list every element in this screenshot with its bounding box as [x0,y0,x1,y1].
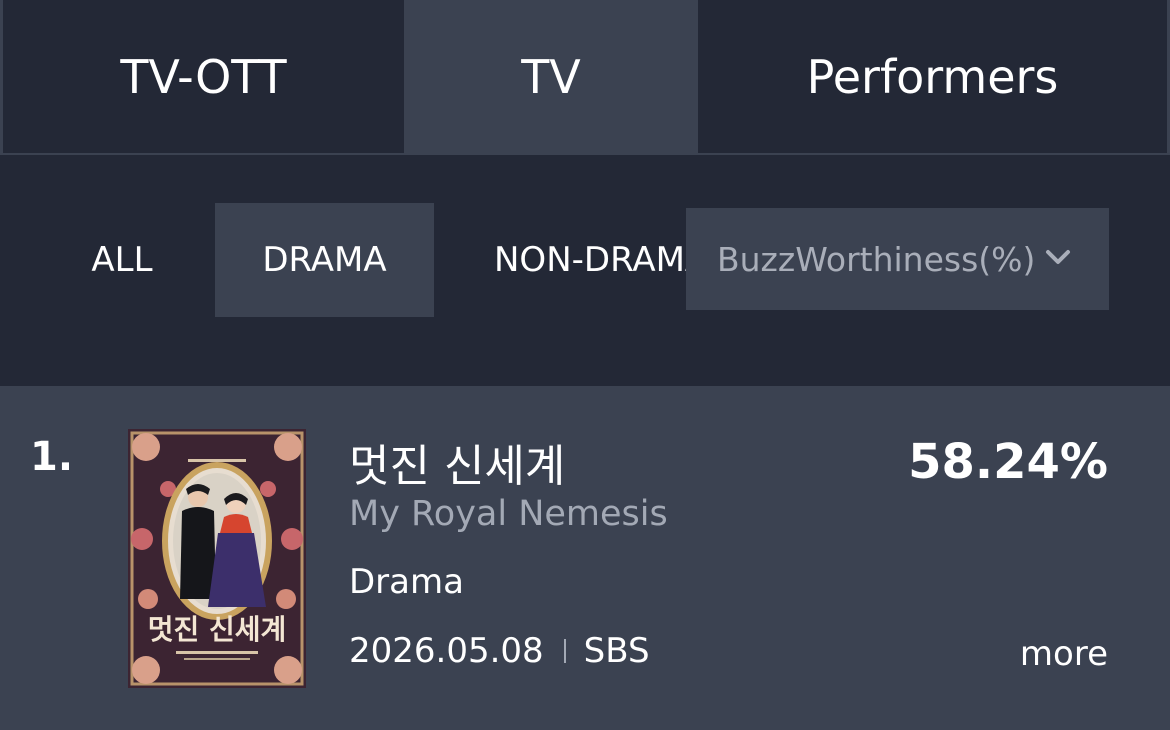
buzz-percentage: 58.24% [908,434,1108,490]
title-english: My Royal Nemesis [349,494,668,534]
air-date: 2026.05.08 [349,631,544,671]
main-tabs: TV-OTT TV Performers [0,0,1170,155]
genre-label: Drama [349,562,464,602]
poster-art: 멋진 신세계 [128,429,306,688]
broadcast-meta: 2026.05.08 SBS [349,631,650,671]
filter-bar: ALL DRAMA NON-DRAMA BuzzWorthiness(%) [0,155,1170,386]
tab-performers[interactable]: Performers [698,0,1170,153]
filter-all[interactable]: ALL [52,203,192,317]
channel-name: SBS [583,631,650,671]
page: TV-OTT TV Performers ALL DRAMA NON-DRAMA… [0,0,1170,730]
filter-non-drama[interactable]: NON-DRAMA [464,203,686,317]
tab-tv[interactable]: TV [404,0,698,153]
chevron-down-icon [1046,250,1070,264]
title-korean[interactable]: 멋진 신세계 [349,430,565,494]
ranking-item[interactable]: 1. 멋진 신세계 멋진 신세계 My Royal Nemesis Drama … [0,386,1170,730]
poster-title: 멋진 신세계 [148,613,287,646]
divider [563,639,566,663]
rank-number: 1. [30,434,74,480]
tab-tv-ott[interactable]: TV-OTT [0,0,404,153]
poster-image[interactable]: 멋진 신세계 [128,429,306,688]
sort-select-value: BuzzWorthiness(%) [717,239,1036,279]
sort-select[interactable]: BuzzWorthiness(%) [686,208,1109,310]
filter-drama[interactable]: DRAMA [215,203,434,317]
more-link[interactable]: more [1020,634,1108,674]
